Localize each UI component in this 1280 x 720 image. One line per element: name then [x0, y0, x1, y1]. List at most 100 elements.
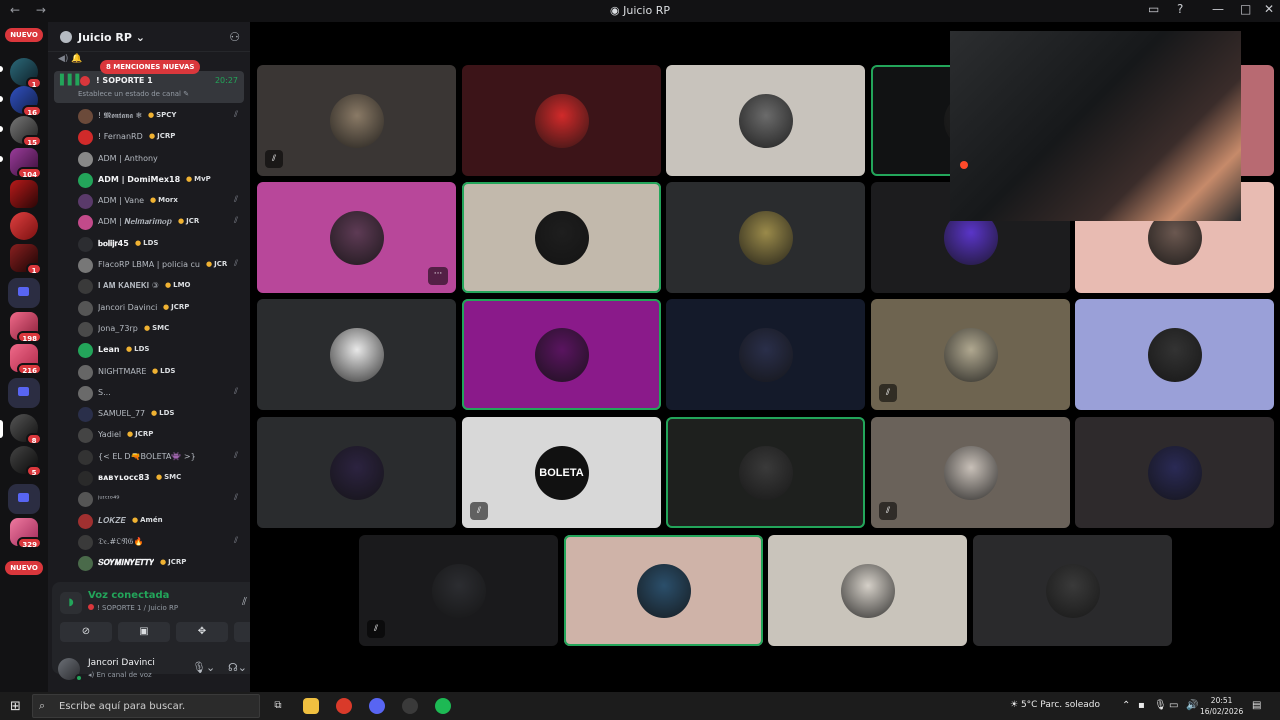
tray-chevron-icon[interactable]: ⌃: [1122, 700, 1130, 711]
voice-member-row[interactable]: Yadiel ● JCRP: [48, 425, 250, 446]
server-icon-current[interactable]: 8: [10, 414, 42, 445]
new-mentions-pill[interactable]: 8 MENCIONES NUEVAS: [100, 60, 201, 74]
notifications-icon[interactable]: ▤: [1252, 700, 1261, 711]
file-explorer-icon[interactable]: [303, 698, 319, 714]
app-icon[interactable]: [402, 698, 418, 714]
channel-status-hint[interactable]: Establece un estado de canal ✎: [78, 90, 189, 98]
system-clock[interactable]: 20:51 16/02/2026: [1200, 695, 1243, 717]
stream-preview[interactable]: [950, 31, 1241, 221]
voice-member-row[interactable]: ʲᵘᶦᶜᶦᵒ⁴⁹ ⫽: [48, 489, 250, 510]
server-icon-2[interactable]: 16: [10, 86, 42, 117]
participant-tile[interactable]: [462, 65, 661, 176]
noise-suppression-icon[interactable]: ⫽: [242, 595, 247, 609]
voice-member-row[interactable]: ʙᴀʙʏʟᴏᴄᴄ83 ● SMC: [48, 468, 250, 489]
participant-tile[interactable]: [462, 299, 661, 410]
server-icon-11[interactable]: 5: [10, 446, 42, 477]
new-pill-bottom[interactable]: NUEVO: [5, 561, 43, 575]
participant-tile[interactable]: [666, 417, 865, 528]
voice-member-row[interactable]: Lean ● LDS: [48, 340, 250, 361]
participant-tile[interactable]: ⫽: [871, 299, 1070, 410]
voice-member-row[interactable]: ADM | Vane ● Morx ⫽: [48, 191, 250, 212]
voice-member-row[interactable]: 𝑳𝑶𝑲𝒁𝑬 ● Amén: [48, 511, 250, 532]
close-icon[interactable]: ✕: [1264, 2, 1274, 16]
participant-tile[interactable]: ⫽: [871, 417, 1070, 528]
server-folder-2[interactable]: [8, 378, 40, 408]
participant-tile[interactable]: [768, 535, 967, 646]
voice-connected-subtitle[interactable]: ! SOPORTE 1 / Juicio RP: [88, 604, 178, 612]
server-icon-6[interactable]: [10, 212, 38, 240]
guild-name[interactable]: Juicio RP ⌄: [78, 31, 145, 44]
tray-mic-icon[interactable]: 🎙: [1154, 700, 1167, 711]
new-pill-top[interactable]: NUEVO: [5, 28, 43, 42]
microphone-icon[interactable]: 🎙⌄: [192, 661, 215, 674]
participant-tile[interactable]: [1075, 417, 1274, 528]
voice-member-row[interactable]: FlacoRP LBMA | policia cu ● JCR ⫽: [48, 255, 250, 276]
voice-member-row[interactable]: {< EL D🔫BOLETA👾 >} ⫽: [48, 447, 250, 468]
voice-member-row[interactable]: 𝔇𝔢.#𝔒𝔑𝔊🔥 ⫽: [48, 532, 250, 553]
server-folder-1[interactable]: [8, 278, 40, 308]
server-icon-12[interactable]: 329: [10, 518, 42, 549]
tray-icon[interactable]: ▪: [1138, 700, 1145, 711]
participant-tile[interactable]: [564, 535, 763, 646]
voice-member-row[interactable]: NIGHTMARE ● LDS: [48, 362, 250, 383]
participant-tile[interactable]: [973, 535, 1172, 646]
minimize-icon[interactable]: —: [1212, 2, 1224, 16]
server-icon-3[interactable]: 15: [10, 116, 42, 147]
participant-tile[interactable]: [257, 299, 456, 410]
battery-icon[interactable]: ▭: [1169, 700, 1178, 711]
voice-member-row[interactable]: SAMUEL_77 ● LDS: [48, 404, 250, 425]
camera-off-button[interactable]: ⊘: [60, 622, 112, 642]
voice-member-row[interactable]: ! 𝕸𝖔𝖓𝖙𝖆𝖓𝖆 ❄ ● SPCY ⫽: [48, 106, 250, 127]
voice-member-row[interactable]: ADM | Anthony: [48, 149, 250, 170]
taskbar-search[interactable]: ⌕ Escribe aquí para buscar.: [32, 694, 260, 718]
participant-tile[interactable]: [1075, 299, 1274, 410]
windows-start-icon[interactable]: ⊞: [10, 699, 21, 714]
screen-share-button[interactable]: ▣: [118, 622, 170, 642]
folder-icon: [18, 387, 29, 396]
signal-icon[interactable]: ◗: [60, 592, 82, 614]
voice-member-row[interactable]: ! FernanRD ● JCRP: [48, 127, 250, 148]
help-icon[interactable]: ?: [1177, 2, 1183, 16]
participant-tile[interactable]: [257, 417, 456, 528]
server-icon-7[interactable]: 1: [10, 244, 42, 275]
inbox-icon[interactable]: ▭: [1148, 2, 1159, 16]
server-icon-8[interactable]: 198: [10, 312, 42, 343]
voice-member-row[interactable]: ADM | DomiMex18 ● MvP: [48, 170, 250, 191]
server-icon-4[interactable]: 104: [10, 148, 42, 179]
participant-tile[interactable]: [666, 299, 865, 410]
activities-button[interactable]: ✥: [176, 622, 228, 642]
task-view-icon[interactable]: ⧉: [270, 698, 286, 714]
participant-tile[interactable]: [666, 65, 865, 176]
spotify-icon[interactable]: [435, 698, 451, 714]
guild-header[interactable]: Juicio RP ⌄ ⚇: [48, 22, 250, 52]
participant-tile[interactable]: BOLETA ⫽: [462, 417, 661, 528]
volume-icon[interactable]: 🔊: [1186, 700, 1198, 711]
server-folder-3[interactable]: [8, 484, 40, 514]
participant-tile[interactable]: [462, 182, 661, 293]
server-icon-juicio[interactable]: [10, 180, 38, 208]
chrome-icon[interactable]: [336, 698, 352, 714]
voice-channel-soporte[interactable]: ▌▌▌ ! SOPORTE 1 20:27 Establece un estad…: [54, 71, 244, 103]
participant-tile[interactable]: ⫽: [257, 65, 456, 176]
server-icon-1[interactable]: 1: [10, 58, 42, 89]
voice-member-row[interactable]: ADM | 𝑵𝒆𝒍𝒎𝒂𝒓𝒊𝒎𝒐𝒑 ● JCR ⫽: [48, 212, 250, 233]
weather-widget[interactable]: ☀ 5°C Parc. soleado: [1010, 700, 1100, 710]
maximize-icon[interactable]: □: [1240, 2, 1251, 16]
participant-tile[interactable]: [666, 182, 865, 293]
user-panel: Jancori Davinci ◂) En canal de voz 🎙⌄ ☊⌄…: [48, 650, 278, 692]
voice-member-row[interactable]: 𝐈 𝐀𝐌 𝐊𝐀𝐍𝐄𝐊𝐈 ③ ● LMO: [48, 276, 250, 297]
participant-tile[interactable]: ⫽: [359, 535, 558, 646]
participant-tile[interactable]: ···: [257, 182, 456, 293]
voice-member-row[interactable]: Jancori Davinci ● JCRP: [48, 298, 250, 319]
user-name[interactable]: Jancori Davinci: [88, 658, 155, 668]
voice-member-row[interactable]: Jona_73rp ● SMC: [48, 319, 250, 340]
voice-member-row[interactable]: S... ⫽: [48, 383, 250, 404]
server-icon-9[interactable]: 216: [10, 344, 42, 375]
discord-icon[interactable]: [369, 698, 385, 714]
headphones-icon[interactable]: ☊⌄: [228, 661, 247, 674]
voice-connected-title[interactable]: Voz conectada: [88, 590, 169, 601]
voice-member-row[interactable]: 𝐛𝐨𝐥𝐢𝐣𝐫45 ● LDS: [48, 234, 250, 255]
voice-member-row[interactable]: 𝑺𝑶𝒀𝑴𝑰𝑵𝒀𝑬𝑻𝑻𝒀 ● JCRP: [48, 553, 250, 574]
invite-people-icon[interactable]: ⚇: [229, 30, 240, 44]
more-options-icon[interactable]: ···: [428, 267, 448, 285]
